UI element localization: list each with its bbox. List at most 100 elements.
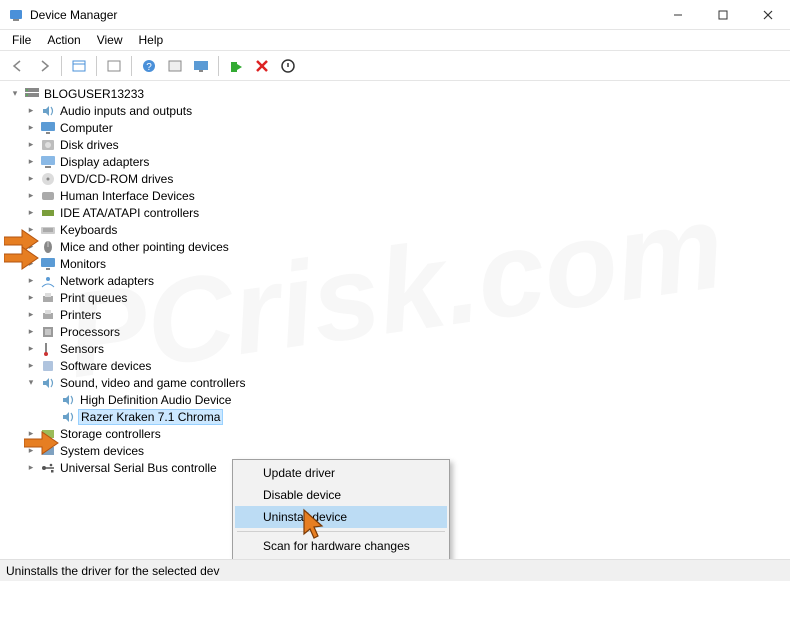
enable-device-button[interactable] xyxy=(224,54,248,78)
category-label: Computer xyxy=(60,121,113,135)
expander-icon[interactable]: ▸ xyxy=(24,360,38,371)
monitor2-icon xyxy=(40,256,56,272)
expander-icon[interactable]: ▾ xyxy=(8,88,22,99)
cpu-icon xyxy=(40,324,56,340)
show-hide-tree-button[interactable] xyxy=(67,54,91,78)
expander-icon[interactable]: ▸ xyxy=(24,122,38,133)
tree-device-selected[interactable]: Razer Kraken 7.1 Chroma xyxy=(0,408,790,425)
expander-icon[interactable]: ▸ xyxy=(24,173,38,184)
tree-category[interactable]: ▸ Human Interface Devices xyxy=(0,187,790,204)
help-button[interactable]: ? xyxy=(137,54,161,78)
tree-category[interactable]: ▸ Sensors xyxy=(0,340,790,357)
back-button[interactable] xyxy=(6,54,30,78)
titlebar: Device Manager xyxy=(0,0,790,30)
expander-icon[interactable]: ▸ xyxy=(24,445,38,456)
expander-icon[interactable]: ▸ xyxy=(24,190,38,201)
computer-icon xyxy=(24,86,40,102)
scan-hardware-button[interactable] xyxy=(189,54,213,78)
category-label: IDE ATA/ATAPI controllers xyxy=(60,206,199,220)
close-button[interactable] xyxy=(745,0,790,30)
expander-icon[interactable]: ▸ xyxy=(24,343,38,354)
tree-category[interactable]: ▸ Processors xyxy=(0,323,790,340)
category-label: Human Interface Devices xyxy=(60,189,195,203)
forward-button[interactable] xyxy=(32,54,56,78)
tree-category[interactable]: ▸ DVD/CD-ROM drives xyxy=(0,170,790,187)
menu-action[interactable]: Action xyxy=(39,31,88,49)
tree-category[interactable]: ▸Monitors xyxy=(0,255,790,272)
context-menu-item[interactable]: Disable device xyxy=(235,484,447,506)
display-icon xyxy=(40,154,56,170)
expander-icon[interactable]: ▸ xyxy=(24,139,38,150)
expander-icon[interactable]: ▾ xyxy=(24,377,38,388)
category-label: Sound, video and game controllers xyxy=(60,376,245,390)
tree-category[interactable]: ▸ IDE ATA/ATAPI controllers xyxy=(0,204,790,221)
tree-category[interactable]: ▸ Audio inputs and outputs xyxy=(0,102,790,119)
device-tree[interactable]: ▾ BLOGUSER13233 ▸ Audio inputs and output… xyxy=(0,81,790,561)
tree-category[interactable]: ▸Keyboards xyxy=(0,221,790,238)
tree-category-sound[interactable]: ▾ Sound, video and game controllers xyxy=(0,374,790,391)
update-driver-button[interactable] xyxy=(163,54,187,78)
ide-icon xyxy=(40,205,56,221)
keyboard-icon xyxy=(40,222,56,238)
storage-icon xyxy=(40,426,56,442)
menu-file[interactable]: File xyxy=(4,31,39,49)
uninstall-device-button[interactable] xyxy=(250,54,274,78)
tree-device[interactable]: High Definition Audio Device xyxy=(0,391,790,408)
expander-icon[interactable]: ▸ xyxy=(24,292,38,303)
properties-button[interactable] xyxy=(102,54,126,78)
tree-category[interactable]: ▸System devices xyxy=(0,442,790,459)
speaker-icon xyxy=(60,409,76,425)
minimize-button[interactable] xyxy=(655,0,700,30)
tree-category[interactable]: ▸ Mice and other pointing devices xyxy=(0,238,790,255)
context-menu: Update driverDisable deviceUninstall dev… xyxy=(232,459,450,561)
expander-icon[interactable]: ▸ xyxy=(24,309,38,320)
tree-category[interactable]: ▸Display adapters xyxy=(0,153,790,170)
software-icon xyxy=(40,358,56,374)
speaker-icon xyxy=(60,392,76,408)
expander-icon[interactable]: ▸ xyxy=(24,462,38,473)
category-label: Audio inputs and outputs xyxy=(60,104,192,118)
category-label: Mice and other pointing devices xyxy=(60,240,229,254)
tree-category[interactable]: ▸Storage controllers xyxy=(0,425,790,442)
category-label: Sensors xyxy=(60,342,104,356)
tree-category[interactable]: ▸ Network adapters xyxy=(0,272,790,289)
category-label: Network adapters xyxy=(60,274,154,288)
expander-icon[interactable]: ▸ xyxy=(24,326,38,337)
tree-category[interactable]: ▸Software devices xyxy=(0,357,790,374)
hid-icon xyxy=(40,188,56,204)
context-menu-item[interactable]: Uninstall device xyxy=(235,506,447,528)
category-label: Printers xyxy=(60,308,101,322)
tree-category[interactable]: ▸ Printers xyxy=(0,306,790,323)
context-menu-separator xyxy=(237,531,445,532)
tree-category[interactable]: ▸ Disk drives xyxy=(0,136,790,153)
category-label: Disk drives xyxy=(60,138,119,152)
disk-icon xyxy=(40,137,56,153)
status-text: Uninstalls the driver for the selected d… xyxy=(6,564,219,578)
maximize-button[interactable] xyxy=(700,0,745,30)
toolbar: ? xyxy=(0,51,790,81)
expander-icon[interactable]: ▸ xyxy=(24,428,38,439)
expander-icon[interactable]: ▸ xyxy=(24,224,38,235)
category-label: DVD/CD-ROM drives xyxy=(60,172,173,186)
expander-icon[interactable]: ▸ xyxy=(24,275,38,286)
tree-root[interactable]: ▾ BLOGUSER13233 xyxy=(0,85,790,102)
expander-icon[interactable]: ▸ xyxy=(24,207,38,218)
context-menu-item[interactable]: Update driver xyxy=(235,462,447,484)
device-label: Razer Kraken 7.1 Chroma xyxy=(78,409,223,425)
window-title: Device Manager xyxy=(30,8,655,22)
status-bar: Uninstalls the driver for the selected d… xyxy=(0,559,790,581)
menu-help[interactable]: Help xyxy=(131,31,172,49)
menu-view[interactable]: View xyxy=(89,31,131,49)
expander-icon[interactable]: ▸ xyxy=(24,258,38,269)
printer-icon xyxy=(40,290,56,306)
usb-icon xyxy=(40,460,56,476)
disable-device-button[interactable] xyxy=(276,54,300,78)
context-menu-item[interactable]: Scan for hardware changes xyxy=(235,535,447,557)
expander-icon[interactable]: ▸ xyxy=(24,105,38,116)
expander-icon[interactable]: ▸ xyxy=(24,241,38,252)
speaker-icon xyxy=(40,103,56,119)
tree-category[interactable]: ▸ Computer xyxy=(0,119,790,136)
expander-icon[interactable]: ▸ xyxy=(24,156,38,167)
tree-category[interactable]: ▸Print queues xyxy=(0,289,790,306)
category-label: Processors xyxy=(60,325,120,339)
